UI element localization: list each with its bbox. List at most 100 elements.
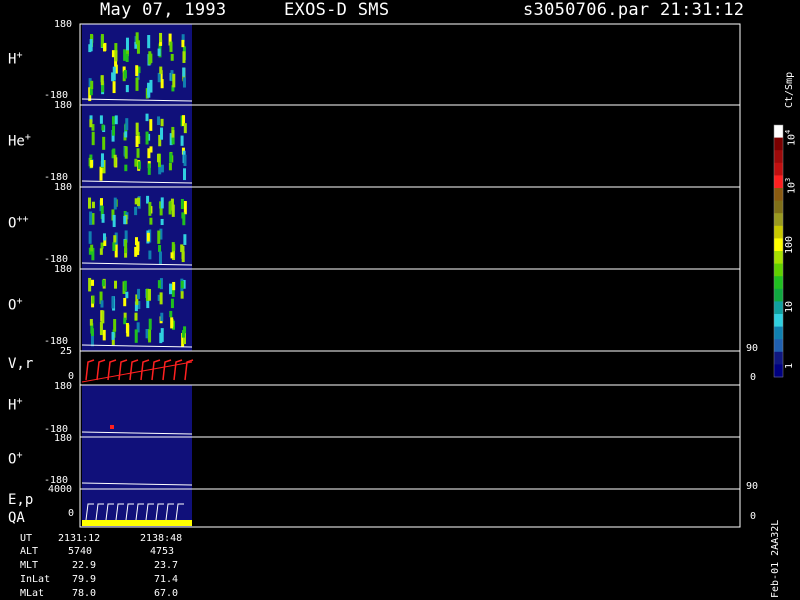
right-tick-label: 0 <box>750 372 757 383</box>
spectrogram-cell <box>100 75 104 86</box>
spectrogram-cell <box>112 66 116 81</box>
spectrogram-cell <box>145 113 149 122</box>
spectrogram-cell <box>183 326 187 334</box>
spectrogram-cell <box>147 35 151 49</box>
footer-label: ALT <box>20 546 39 557</box>
spectrogram-cell <box>113 319 117 332</box>
spectrogram-cell <box>110 425 114 429</box>
spectrogram-cell <box>114 50 118 62</box>
colorbar-segment <box>774 200 783 214</box>
spectrogram-cell <box>183 154 187 166</box>
spectrogram-cell <box>182 51 186 63</box>
spectrogram-cell <box>91 131 95 146</box>
spectrogram-cell <box>183 200 187 215</box>
spectrogram-cell <box>146 232 150 242</box>
spectrogram-cell <box>137 197 141 207</box>
spectrogram-cell <box>136 148 140 158</box>
spectrogram-cell <box>112 125 116 136</box>
spectrogram-cell <box>125 118 129 130</box>
spectrogram-cell <box>112 214 116 228</box>
spectrogram-cell <box>101 310 105 324</box>
spectrogram-cell <box>148 318 152 330</box>
colorbar-segment <box>774 301 783 315</box>
spectrogram-cell <box>90 244 94 252</box>
colorbar-label: 100 <box>784 235 795 254</box>
spectrogram-cell <box>124 164 128 172</box>
colorbar-segment <box>774 251 783 265</box>
spectrogram-cell <box>160 312 164 322</box>
spectrogram-cell <box>135 135 139 148</box>
footer-value: 22.9 <box>72 560 97 571</box>
spectrogram-cell <box>103 43 107 52</box>
colorbar-segment <box>774 351 783 365</box>
colorbar-segment <box>774 263 783 277</box>
spectrogram-cell <box>114 115 118 125</box>
right-tick-label: 90 <box>746 343 759 354</box>
spectrogram-cell <box>101 124 105 131</box>
spectrogram-cell <box>134 206 138 216</box>
spectrogram-cell <box>91 279 95 286</box>
spectrogram-cell <box>183 234 187 245</box>
footer-label: InLat <box>20 574 51 585</box>
spectrogram-cell <box>157 48 161 56</box>
footer-value: 4753 <box>150 546 175 557</box>
colorbar-segment <box>774 339 783 353</box>
panel-label-o-plus-2: O+ <box>8 450 23 468</box>
spectrogram-cell <box>99 248 103 255</box>
spectrogram-cell <box>170 298 174 309</box>
spectrogram-cell <box>134 158 138 167</box>
footer-value: 79.9 <box>72 574 97 585</box>
panel-frame <box>79 350 741 386</box>
spectrogram-cell <box>99 198 103 206</box>
spectrogram-cell <box>170 53 174 61</box>
spectrogram-cell <box>160 218 164 226</box>
colorbar-segment <box>774 288 783 302</box>
spectrogram-cell <box>113 197 117 210</box>
velocity-trace <box>85 359 95 381</box>
right-tick-label: 90 <box>746 481 759 492</box>
qa-bar <box>82 520 192 526</box>
colorbar-label: 103 <box>784 177 798 194</box>
spectrogram-cell <box>125 53 129 62</box>
spectrogram-cell <box>137 161 141 170</box>
footer-label: MLat <box>20 588 45 599</box>
colorbar-segment <box>774 150 783 164</box>
tick-label: 0 <box>68 508 75 519</box>
colorbar-segment <box>774 238 783 252</box>
spectrogram-cell <box>180 135 184 146</box>
spectrogram-cell <box>160 164 164 173</box>
spectrogram-cell <box>180 280 184 289</box>
spectrogram-cell <box>171 137 175 145</box>
spectrogram-cell <box>134 329 138 343</box>
spectrogram-cell <box>89 211 93 225</box>
velocity-trace <box>129 359 139 381</box>
spectrogram-cell <box>170 317 174 329</box>
colorbar-segment <box>774 137 783 151</box>
spectrogram-cell <box>145 131 149 145</box>
spectrogram-cell <box>182 77 186 88</box>
colorbar-segment <box>774 276 783 290</box>
spectrogram-cell <box>91 295 95 304</box>
panel-label-he-plus: He+ <box>8 132 31 150</box>
tick-label: 180 <box>54 433 73 444</box>
tick-label: 4000 <box>48 484 73 495</box>
spectrogram-cell <box>101 279 105 287</box>
panel-label-energy: E,p <box>8 492 34 508</box>
spectrogram-cell <box>160 79 164 89</box>
spectrogram-cell <box>147 85 151 98</box>
spectrogram-cell <box>157 72 161 83</box>
spectrogram-cell <box>172 73 176 88</box>
spectrogram-cell <box>111 331 115 340</box>
panel-label-velocity: V,r <box>8 356 34 372</box>
spectrogram-cell <box>169 41 173 48</box>
spectrogram-cell <box>111 296 115 309</box>
spectrogram-cell <box>160 328 164 342</box>
spectrogram-cell <box>100 153 104 167</box>
colorbar-segment <box>774 125 783 139</box>
spectrogram-cell <box>102 233 106 241</box>
spectrogram-cell <box>182 67 186 77</box>
spectrogram-cell <box>183 168 187 181</box>
spectrogram-cell <box>89 318 93 326</box>
velocity-trace <box>151 359 161 381</box>
spectrogram-cell <box>159 32 163 43</box>
